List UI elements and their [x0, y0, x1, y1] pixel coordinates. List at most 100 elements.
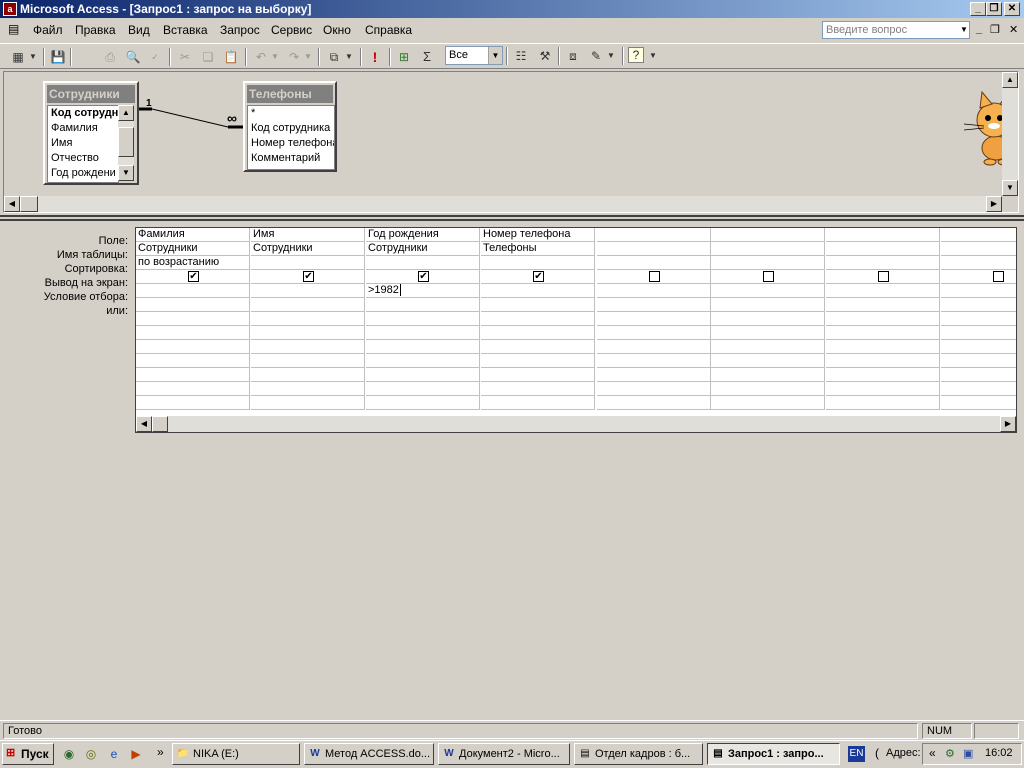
show-checkbox[interactable]: ✔: [188, 271, 199, 282]
grid-extra-or-cell[interactable]: [941, 312, 1016, 326]
save-icon[interactable]: 💾: [49, 48, 67, 66]
print-preview-icon[interactable]: 🔍: [124, 48, 142, 66]
grid-extra-or-cell[interactable]: [481, 312, 595, 326]
grid-extra-or-cell[interactable]: [711, 382, 825, 396]
media-player-icon[interactable]: ▶: [128, 746, 144, 762]
chevron-down-icon[interactable]: ▼: [269, 48, 281, 66]
field-item[interactable]: Код сотрудн: [48, 106, 118, 121]
grid-extra-or-cell[interactable]: [366, 312, 480, 326]
grid-extra-or-cell[interactable]: [597, 312, 711, 326]
grid-extra-or-cell[interactable]: [136, 326, 250, 340]
menu-query[interactable]: Запрос: [220, 23, 260, 37]
menu-help[interactable]: Справка: [365, 23, 412, 37]
grid-extra-or-cell[interactable]: [826, 354, 940, 368]
run-icon[interactable]: !: [366, 48, 384, 66]
grid-criteria-cell[interactable]: [481, 284, 595, 298]
grid-table-cell[interactable]: Сотрудники: [366, 242, 480, 256]
grid-table-cell[interactable]: Сотрудники: [251, 242, 365, 256]
taskbar-button[interactable]: ▤ Запрос1 : запро...: [707, 743, 840, 765]
grid-or-cell[interactable]: [366, 298, 480, 312]
grid-extra-or-cell[interactable]: [136, 354, 250, 368]
paste-icon[interactable]: 📋: [222, 48, 240, 66]
grid-show-cell[interactable]: ✔: [366, 270, 480, 284]
grid-extra-or-cell[interactable]: [251, 354, 365, 368]
grid-sort-cell[interactable]: [826, 256, 940, 270]
grid-extra-or-cell[interactable]: [251, 312, 365, 326]
chevron-down-icon[interactable]: ▼: [302, 48, 314, 66]
tray-expand-icon[interactable]: «: [929, 746, 936, 760]
grid-criteria-cell[interactable]: [826, 284, 940, 298]
grid-extra-or-cell[interactable]: [826, 396, 940, 410]
grid-sort-cell[interactable]: [366, 256, 480, 270]
grid-extra-or-cell[interactable]: [941, 326, 1016, 340]
grid-show-cell[interactable]: [711, 270, 825, 284]
show-checkbox[interactable]: ✔: [303, 271, 314, 282]
grid-show-cell[interactable]: [826, 270, 940, 284]
grid-sort-cell[interactable]: [597, 256, 711, 270]
scroll-right-icon[interactable]: ▶: [1000, 416, 1016, 432]
menu-file[interactable]: Файл: [33, 23, 63, 37]
grid-extra-or-cell[interactable]: [251, 396, 365, 410]
show-table-icon[interactable]: ⊞: [395, 48, 413, 66]
grid-extra-or-cell[interactable]: [251, 326, 365, 340]
access-icon[interactable]: a: [3, 2, 17, 16]
chevron-down-icon[interactable]: ▼: [958, 22, 970, 38]
grid-extra-or-cell[interactable]: [481, 354, 595, 368]
scroll-right-icon[interactable]: ▶: [986, 196, 1002, 212]
taskbar-button[interactable]: W Метод ACCESS.do...: [304, 743, 434, 765]
grid-sort-cell[interactable]: [941, 256, 1016, 270]
grid-table-cell[interactable]: [826, 242, 940, 256]
outlook-icon[interactable]: ◎: [83, 746, 99, 762]
grid-field-cell[interactable]: Имя: [251, 228, 365, 242]
table-employees-scrollbar[interactable]: ▲ ▼: [118, 105, 134, 181]
field-item[interactable]: Отчество: [48, 151, 118, 166]
grid-table-cell[interactable]: [597, 242, 711, 256]
grid-or-cell[interactable]: [136, 298, 250, 312]
grid-extra-or-cell[interactable]: [136, 368, 250, 382]
grid-extra-or-cell[interactable]: [711, 368, 825, 382]
table-employees-field-list[interactable]: Код сотрудн Фамилия Имя Отчество Год рож…: [47, 105, 119, 183]
grid-extra-or-cell[interactable]: [366, 354, 480, 368]
pane-splitter[interactable]: [0, 215, 1024, 221]
table-phones-title[interactable]: Телефоны: [247, 85, 333, 103]
print-icon[interactable]: ⎙: [101, 48, 119, 66]
grid-or-cell[interactable]: [941, 298, 1016, 312]
grid-extra-or-cell[interactable]: [481, 368, 595, 382]
grid-extra-or-cell[interactable]: [597, 396, 711, 410]
grid-extra-or-cell[interactable]: [826, 340, 940, 354]
network-icon[interactable]: ⚙: [945, 747, 955, 760]
spelling-icon[interactable]: ✓: [146, 48, 164, 66]
grid-extra-or-cell[interactable]: [826, 368, 940, 382]
grid-field-cell[interactable]: [711, 228, 825, 242]
show-checkbox[interactable]: [993, 271, 1004, 282]
table-phones[interactable]: Телефоны * Код сотрудника Номер телефона…: [243, 81, 337, 172]
grid-criteria-cell[interactable]: [136, 284, 250, 298]
totals-icon[interactable]: Σ: [418, 48, 436, 66]
scroll-down-icon[interactable]: ▼: [1002, 180, 1018, 196]
scroll-thumb[interactable]: [118, 127, 134, 157]
grid-extra-or-cell[interactable]: [481, 326, 595, 340]
grid-show-cell[interactable]: ✔: [481, 270, 595, 284]
chevron-down-icon[interactable]: ▼: [343, 48, 355, 66]
grid-or-cell[interactable]: [826, 298, 940, 312]
grid-sort-cell[interactable]: [481, 256, 595, 270]
taskbar-button[interactable]: 📁 NIKA (E:): [172, 743, 300, 765]
grid-extra-or-cell[interactable]: [366, 382, 480, 396]
grid-extra-or-cell[interactable]: [251, 340, 365, 354]
field-item[interactable]: Комментарий: [248, 151, 334, 166]
show-checkbox[interactable]: [763, 271, 774, 282]
document-window-icon[interactable]: ▤: [8, 22, 24, 37]
field-item[interactable]: Имя: [48, 136, 118, 151]
grid-criteria-cell[interactable]: >1982: [366, 284, 480, 298]
grid-extra-or-cell[interactable]: [826, 326, 940, 340]
grid-extra-or-cell[interactable]: [366, 396, 480, 410]
grid-field-cell[interactable]: [597, 228, 711, 242]
show-checkbox[interactable]: [878, 271, 889, 282]
grid-extra-or-cell[interactable]: [941, 340, 1016, 354]
taskbar-button[interactable]: W Документ2 - Micro...: [438, 743, 570, 765]
grid-extra-or-cell[interactable]: [711, 312, 825, 326]
field-item[interactable]: Год рождени: [48, 166, 118, 181]
menu-view[interactable]: Вид: [128, 23, 150, 37]
doc-minimize-button[interactable]: _: [976, 23, 982, 35]
grid-field-cell[interactable]: Фамилия: [136, 228, 250, 242]
